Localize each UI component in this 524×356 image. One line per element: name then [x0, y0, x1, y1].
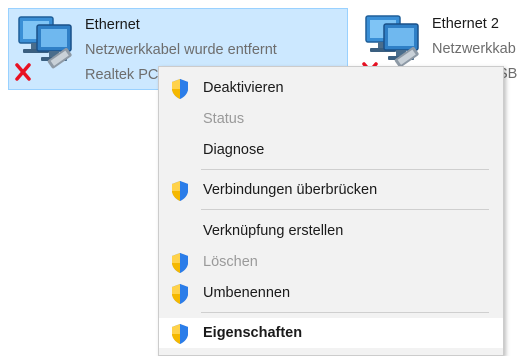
menu-item-loeschen[interactable]: Löschen [159, 247, 503, 277]
menu-item-umbenennen[interactable]: Umbenennen [159, 278, 503, 308]
uac-shield-icon [170, 78, 190, 100]
context-menu: Deaktivieren Status Diagnose Verbindunge… [158, 66, 504, 356]
menu-item-label: Status [203, 111, 245, 127]
menu-separator [201, 209, 489, 210]
menu-item-deaktivieren[interactable]: Deaktivieren [159, 73, 503, 103]
menu-separator [201, 169, 489, 170]
uac-shield-icon [170, 323, 190, 345]
menu-item-label: Verbindungen überbrücken [203, 182, 378, 198]
adapter-status: Netzwerkkabel wurde entfernt [85, 42, 277, 58]
menu-item-label: Diagnose [203, 142, 265, 158]
menu-item-verknuepfung-erstellen[interactable]: Verknüpfung erstellen [159, 216, 503, 246]
menu-item-status[interactable]: Status [159, 104, 503, 134]
menu-item-label: Löschen [203, 254, 258, 270]
menu-item-label: Eigenschaften [203, 325, 303, 341]
menu-item-label: Verknüpfung erstellen [203, 223, 344, 239]
menu-item-verbindungen-ueberbruecken[interactable]: Verbindungen überbrücken [159, 175, 503, 205]
uac-shield-icon [170, 283, 190, 305]
menu-item-label: Umbenennen [203, 285, 291, 301]
adapter-name: Ethernet [85, 17, 140, 33]
network-adapter-disconnected-icon [13, 15, 73, 85]
adapter-name: Ethernet 2 [432, 16, 499, 32]
menu-item-eigenschaften[interactable]: Eigenschaften [159, 318, 503, 348]
adapter-device: Realtek PC [85, 67, 159, 83]
uac-shield-icon [170, 252, 190, 274]
menu-item-diagnose[interactable]: Diagnose [159, 135, 503, 165]
uac-shield-icon [170, 180, 190, 202]
menu-separator [201, 312, 489, 313]
menu-item-label: Deaktivieren [203, 80, 284, 96]
adapter-status: Netzwerkkab [432, 41, 516, 57]
